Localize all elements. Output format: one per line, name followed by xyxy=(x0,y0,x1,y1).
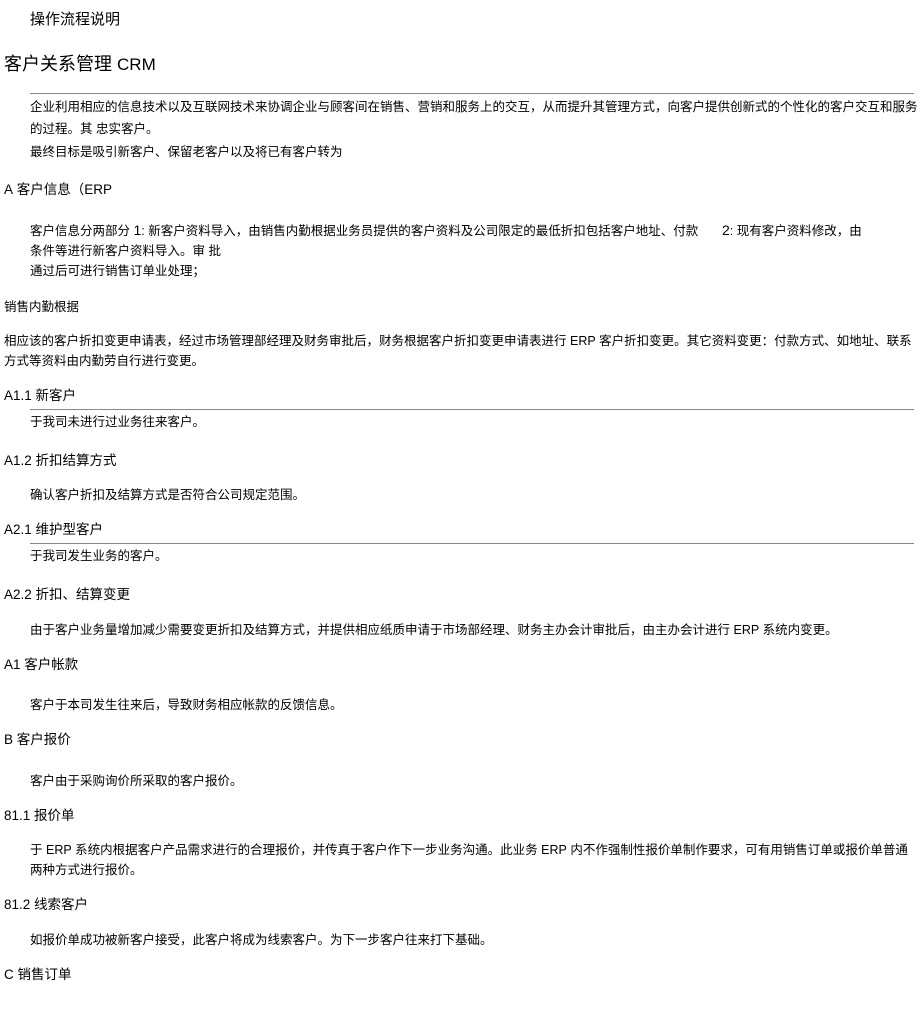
a22-label: A2.2 折扣、结算变更 xyxy=(0,584,920,606)
b82-body: 如报价单成功被新客户接受，此客户将成为线索客户。为下一步客户往来打下基础。 xyxy=(0,930,920,950)
a1-text: 客户帐款 xyxy=(21,657,79,672)
b81-erp1: ERP xyxy=(46,843,72,857)
b81-prefix: 81.1 xyxy=(4,808,30,823)
a11-label: A1.1 新客户 xyxy=(0,385,920,407)
a22-body-b: 系统内变更。 xyxy=(759,623,837,637)
a21-prefix: A2.1 xyxy=(4,522,32,537)
divider xyxy=(30,409,914,410)
section-a-label: A 客户信息（ERP xyxy=(0,179,920,201)
a1-body: 客户于本司发生往来后，导致财务相应帐款的反馈信息。 xyxy=(0,695,920,715)
b81-text: 报价单 xyxy=(30,808,74,823)
a21-label: A2.1 维护型客户 xyxy=(0,519,920,541)
b81-label: 81.1 报价单 xyxy=(0,805,920,827)
a22-body-erp: ERP xyxy=(733,623,759,637)
a12-text: 折扣结算方式 xyxy=(32,453,117,468)
a-para-a: 相应该的客户折扣变更申请表，经过市场管理部经理及财务审批后，财务根据客户折扣变更… xyxy=(4,334,570,348)
c-prefix: C xyxy=(4,967,14,982)
b82-text: 线索客户 xyxy=(30,897,88,912)
section-a-col-left: 客户信息分两部分 1: 新客户资料导入，由销售内勤根据业务员提供的客户资料及公司… xyxy=(30,219,710,281)
section-a-text: 客户信息（ xyxy=(13,182,84,197)
a-para-erp: ERP xyxy=(570,334,596,348)
a22-body: 由于客户业务量增加减少需要变更折扣及结算方式，并提供相应纸质申请于市场部经理、财… xyxy=(0,620,920,640)
a1-label: A1 客户帐款 xyxy=(0,654,920,676)
intro-paragraph: 企业利用相应的信息技术以及互联网技术来协调企业与顾客间在销售、营销和服务上的交互… xyxy=(0,96,920,164)
a11-prefix: A1.1 xyxy=(4,388,32,403)
a21-body: 于我司发生业务的客户。 xyxy=(0,546,920,566)
b-prefix: B xyxy=(4,732,13,747)
a11-body: 于我司未进行过业务往来客户。 xyxy=(0,412,920,432)
intro-line2: 最终目标是吸引新客户、保留老客户以及将已有客户转为 xyxy=(30,141,920,164)
b-body: 客户由于采购询价所采取的客户报价。 xyxy=(0,771,920,791)
a-inner-line: 销售内勤根据 xyxy=(0,297,920,317)
b81-a: 于 xyxy=(30,843,46,857)
a12-prefix: A1.2 xyxy=(4,453,32,468)
divider xyxy=(30,93,914,94)
c-text: 销售订单 xyxy=(14,967,72,982)
a1-prefix: A1 xyxy=(4,657,21,672)
a22-body-a: 由于客户业务量增加减少需要变更折扣及结算方式，并提供相应纸质申请于市场部经理、财… xyxy=(30,623,733,637)
b82-prefix: 81.2 xyxy=(4,897,30,912)
main-heading-cn: 客户关系管理 xyxy=(4,54,112,74)
a12-body: 确认客户折扣及结算方式是否符合公司规定范围。 xyxy=(0,485,920,505)
a21-text: 维护型客户 xyxy=(32,522,103,537)
a22-prefix: A2.2 xyxy=(4,587,32,602)
section-a-erp: ERP xyxy=(84,182,112,197)
b81-body: 于 ERP 系统内根据客户产品需求进行的合理报价，并传真于客户作下一步业务沟通。… xyxy=(0,840,920,880)
a22-text: 折扣、结算变更 xyxy=(32,587,130,602)
a-change-paragraph: 相应该的客户折扣变更申请表，经过市场管理部经理及财务审批后，财务根据客户折扣变更… xyxy=(0,331,920,371)
section-a-col-right: 2: 现有客户资料修改，由 xyxy=(722,219,892,281)
section-b-label: B 客户报价 xyxy=(0,729,920,751)
b81-b: 系统内根据客户产品需求进行的合理报价，并传真于客户作下一步业务沟通。此业务 xyxy=(72,843,541,857)
main-heading: 客户关系管理 CRM xyxy=(0,50,920,79)
section-c-label: C 销售订单 xyxy=(0,964,920,986)
a-left-a: 客户信息分两部分 xyxy=(30,224,133,238)
a-right-num2: 2 xyxy=(722,222,730,238)
a-right-text: : 现有客户资料修改，由 xyxy=(730,224,862,238)
main-heading-en: CRM xyxy=(117,55,156,74)
b-text: 客户报价 xyxy=(13,732,71,747)
b81-erp2: ERP xyxy=(541,843,567,857)
b82-label: 81.2 线索客户 xyxy=(0,894,920,916)
a11-text: 新客户 xyxy=(32,388,76,403)
intro-line1: 企业利用相应的信息技术以及互联网技术来协调企业与顾客间在销售、营销和服务上的交互… xyxy=(30,96,920,141)
a12-label: A1.2 折扣结算方式 xyxy=(0,450,920,472)
section-a-two-column: 客户信息分两部分 1: 新客户资料导入，由销售内勤根据业务员提供的客户资料及公司… xyxy=(0,219,920,281)
a-left-c: 通过后可进行销售订单业处理； xyxy=(30,264,205,278)
section-a-prefix: A xyxy=(4,182,13,197)
page-title: 操作流程说明 xyxy=(0,8,920,32)
divider xyxy=(30,543,914,544)
